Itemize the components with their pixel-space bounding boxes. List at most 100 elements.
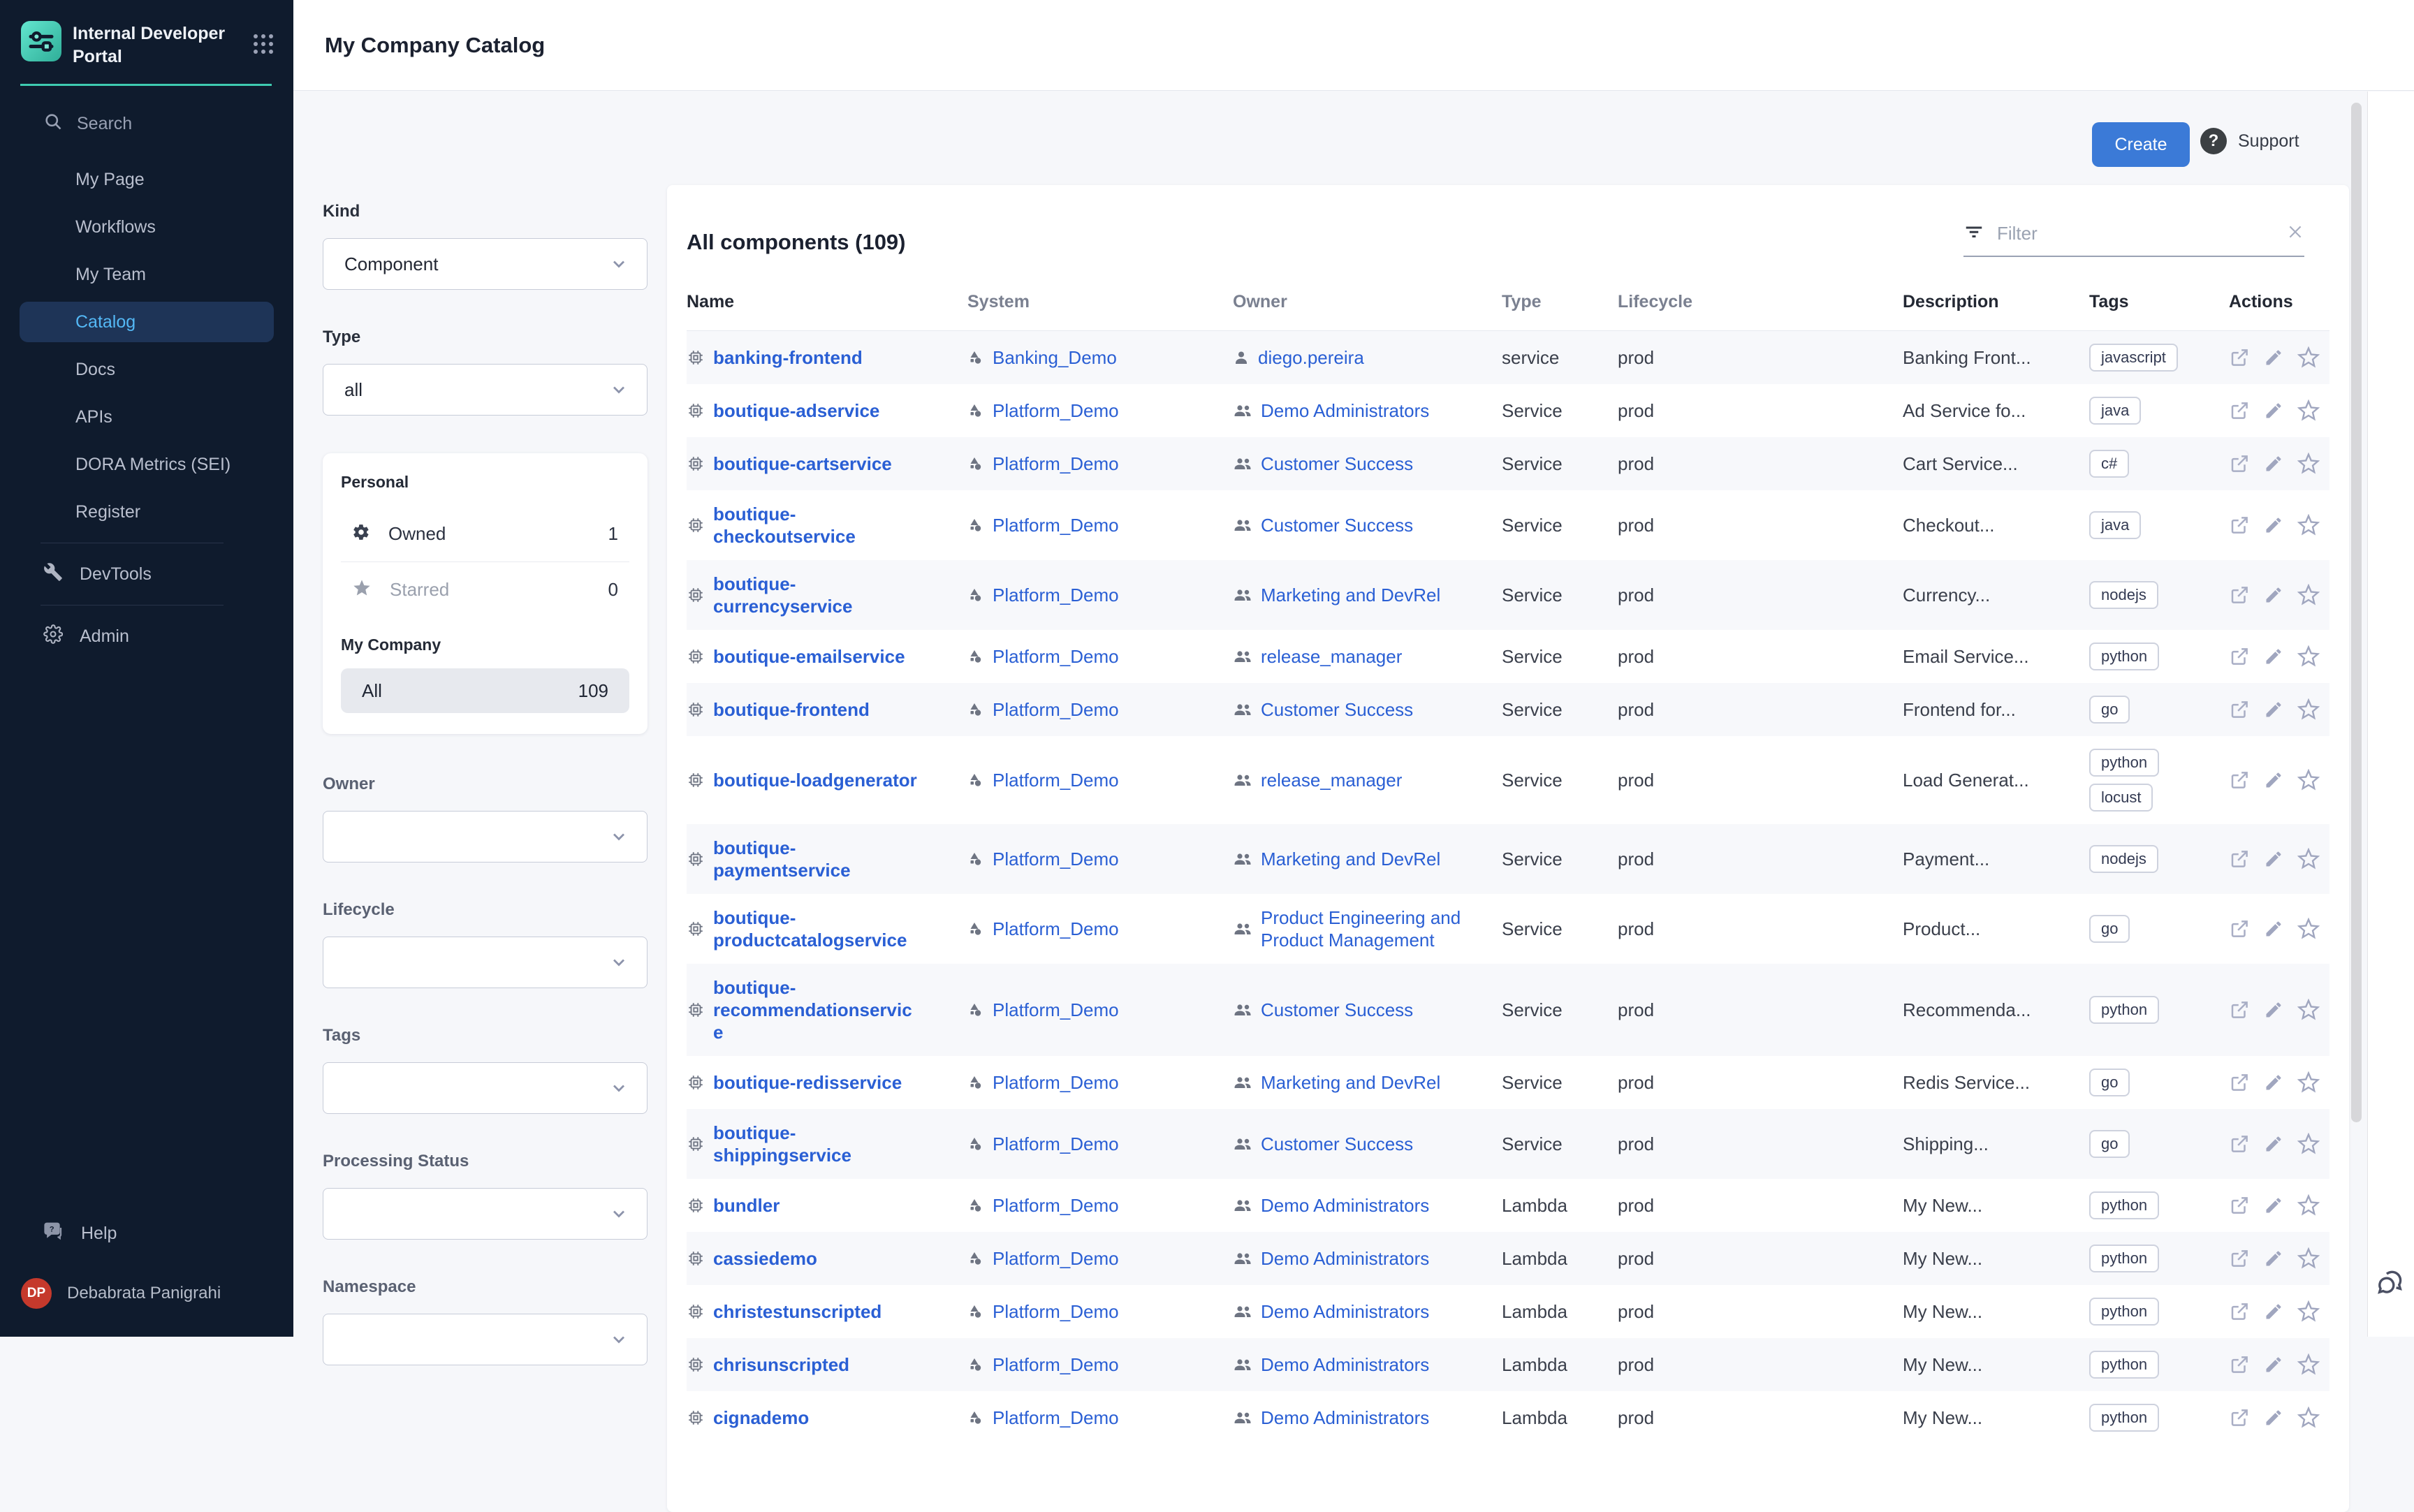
sidebar-item-apis[interactable]: APIs [0, 393, 293, 441]
owner-link[interactable]: Marketing and DevRel [1261, 1071, 1440, 1094]
open-in-new-icon[interactable] [2229, 400, 2250, 421]
edit-icon[interactable] [2264, 1134, 2283, 1154]
table-row[interactable]: boutique-cartservice Platform_Demo Custo… [687, 437, 2329, 490]
table-filter[interactable] [1963, 221, 2304, 257]
sidebar-search[interactable]: Search [0, 101, 293, 146]
star-icon[interactable] [2297, 918, 2320, 940]
owner-link[interactable]: Customer Success [1261, 999, 1413, 1021]
type-select[interactable]: all [323, 364, 648, 416]
star-icon[interactable] [2297, 999, 2320, 1021]
system-link[interactable]: Platform_Demo [993, 1072, 1119, 1094]
star-icon[interactable] [2297, 1194, 2320, 1217]
namespace-select[interactable] [323, 1314, 648, 1365]
all-filter[interactable]: All 109 [341, 668, 629, 713]
open-in-new-icon[interactable] [2229, 849, 2250, 869]
table-filter-input[interactable] [1997, 223, 2274, 244]
edit-icon[interactable] [2264, 1302, 2283, 1321]
edit-icon[interactable] [2264, 700, 2283, 719]
component-link[interactable]: cignademo [713, 1407, 809, 1429]
edit-icon[interactable] [2264, 849, 2283, 869]
edit-icon[interactable] [2264, 1000, 2283, 1020]
tags-select[interactable] [323, 1062, 648, 1114]
system-link[interactable]: Platform_Demo [993, 699, 1119, 721]
col-lifecycle[interactable]: Lifecycle [1618, 292, 1903, 312]
open-in-new-icon[interactable] [2229, 1248, 2250, 1269]
edit-icon[interactable] [2264, 348, 2283, 367]
system-link[interactable]: Platform_Demo [993, 400, 1119, 422]
sidebar-item-workflows[interactable]: Workflows [0, 203, 293, 251]
open-in-new-icon[interactable] [2229, 453, 2250, 474]
edit-icon[interactable] [2264, 919, 2283, 939]
component-link[interactable]: boutique-adservice [713, 399, 879, 422]
create-button[interactable]: Create [2092, 122, 2190, 167]
edit-icon[interactable] [2264, 454, 2283, 474]
star-icon[interactable] [2297, 346, 2320, 369]
owner-link[interactable]: Customer Success [1261, 698, 1413, 721]
star-icon[interactable] [2297, 1407, 2320, 1429]
star-icon[interactable] [2297, 1353, 2320, 1376]
apps-grid-icon[interactable] [253, 34, 274, 58]
star-icon[interactable] [2297, 1133, 2320, 1155]
open-in-new-icon[interactable] [2229, 999, 2250, 1020]
star-icon[interactable] [2297, 645, 2320, 668]
open-in-new-icon[interactable] [2229, 1407, 2250, 1428]
open-in-new-icon[interactable] [2229, 347, 2250, 368]
edit-icon[interactable] [2264, 1196, 2283, 1215]
star-icon[interactable] [2297, 399, 2320, 422]
starred-filter[interactable]: Starred 0 [341, 562, 629, 617]
owner-link[interactable]: diego.pereira [1258, 346, 1364, 369]
support-button[interactable]: ? Support [2200, 128, 2299, 154]
col-owner[interactable]: Owner [1233, 292, 1502, 312]
star-icon[interactable] [2297, 584, 2320, 606]
system-link[interactable]: Platform_Demo [993, 1133, 1119, 1155]
chat-bubbles-icon[interactable] [2375, 1266, 2408, 1303]
component-link[interactable]: boutique-emailservice [713, 645, 905, 668]
table-row[interactable]: banking-frontend Banking_Demo diego.pere… [687, 331, 2329, 384]
owner-link[interactable]: Marketing and DevRel [1261, 848, 1440, 870]
owner-link[interactable]: Marketing and DevRel [1261, 584, 1440, 606]
sidebar-item-dora-metrics[interactable]: DORA Metrics (SEI) [0, 441, 293, 488]
owner-link[interactable]: release_manager [1261, 645, 1402, 668]
component-link[interactable]: boutique-redisservice [713, 1071, 902, 1094]
edit-icon[interactable] [2264, 647, 2283, 666]
star-icon[interactable] [2297, 698, 2320, 721]
open-in-new-icon[interactable] [2229, 770, 2250, 791]
component-link[interactable]: boutique-currencyservice [713, 573, 920, 617]
owner-link[interactable]: Demo Administrators [1261, 1247, 1429, 1270]
table-row[interactable]: boutique-currencyservice Platform_Demo M… [687, 560, 2329, 630]
system-link[interactable]: Platform_Demo [993, 770, 1119, 791]
table-row[interactable]: boutique-shippingservice Platform_Demo C… [687, 1109, 2329, 1179]
owner-link[interactable]: Customer Success [1261, 453, 1413, 475]
star-icon[interactable] [2297, 1300, 2320, 1323]
table-row[interactable]: boutique-checkoutservice Platform_Demo C… [687, 490, 2329, 560]
table-row[interactable]: boutique-productcatalogservice Platform_… [687, 894, 2329, 964]
component-link[interactable]: boutique-frontend [713, 698, 870, 721]
open-in-new-icon[interactable] [2229, 699, 2250, 720]
kind-select[interactable]: Component [323, 238, 648, 290]
system-link[interactable]: Platform_Demo [993, 918, 1119, 940]
component-link[interactable]: chrisunscripted [713, 1353, 849, 1376]
owner-link[interactable]: Demo Administrators [1261, 399, 1429, 422]
lifecycle-select[interactable] [323, 937, 648, 988]
system-link[interactable]: Platform_Demo [993, 1407, 1119, 1429]
edit-icon[interactable] [2264, 515, 2283, 535]
edit-icon[interactable] [2264, 1355, 2283, 1374]
user-menu[interactable]: DP Debabrata Panigrahi [0, 1278, 293, 1337]
table-row[interactable]: boutique-frontend Platform_Demo Customer… [687, 683, 2329, 736]
open-in-new-icon[interactable] [2229, 1354, 2250, 1375]
owner-link[interactable]: Demo Administrators [1261, 1300, 1429, 1323]
component-link[interactable]: boutique-cartservice [713, 453, 892, 475]
table-row[interactable]: cignademo Platform_Demo Demo Administrat… [687, 1391, 2329, 1444]
star-icon[interactable] [2297, 514, 2320, 536]
clear-filter-icon[interactable] [2286, 223, 2304, 244]
component-link[interactable]: boutique-loadgenerator [713, 769, 917, 791]
col-system[interactable]: System [967, 292, 1233, 312]
table-row[interactable]: boutique-paymentservice Platform_Demo Ma… [687, 824, 2329, 894]
owner-link[interactable]: Customer Success [1261, 514, 1413, 536]
processing-status-select[interactable] [323, 1188, 648, 1240]
component-link[interactable]: boutique-productcatalogservice [713, 907, 920, 951]
system-link[interactable]: Platform_Demo [993, 1195, 1119, 1217]
system-link[interactable]: Banking_Demo [993, 347, 1117, 369]
table-row[interactable]: christestunscripted Platform_Demo Demo A… [687, 1285, 2329, 1338]
sidebar-item-help[interactable]: ? Help [0, 1210, 293, 1257]
